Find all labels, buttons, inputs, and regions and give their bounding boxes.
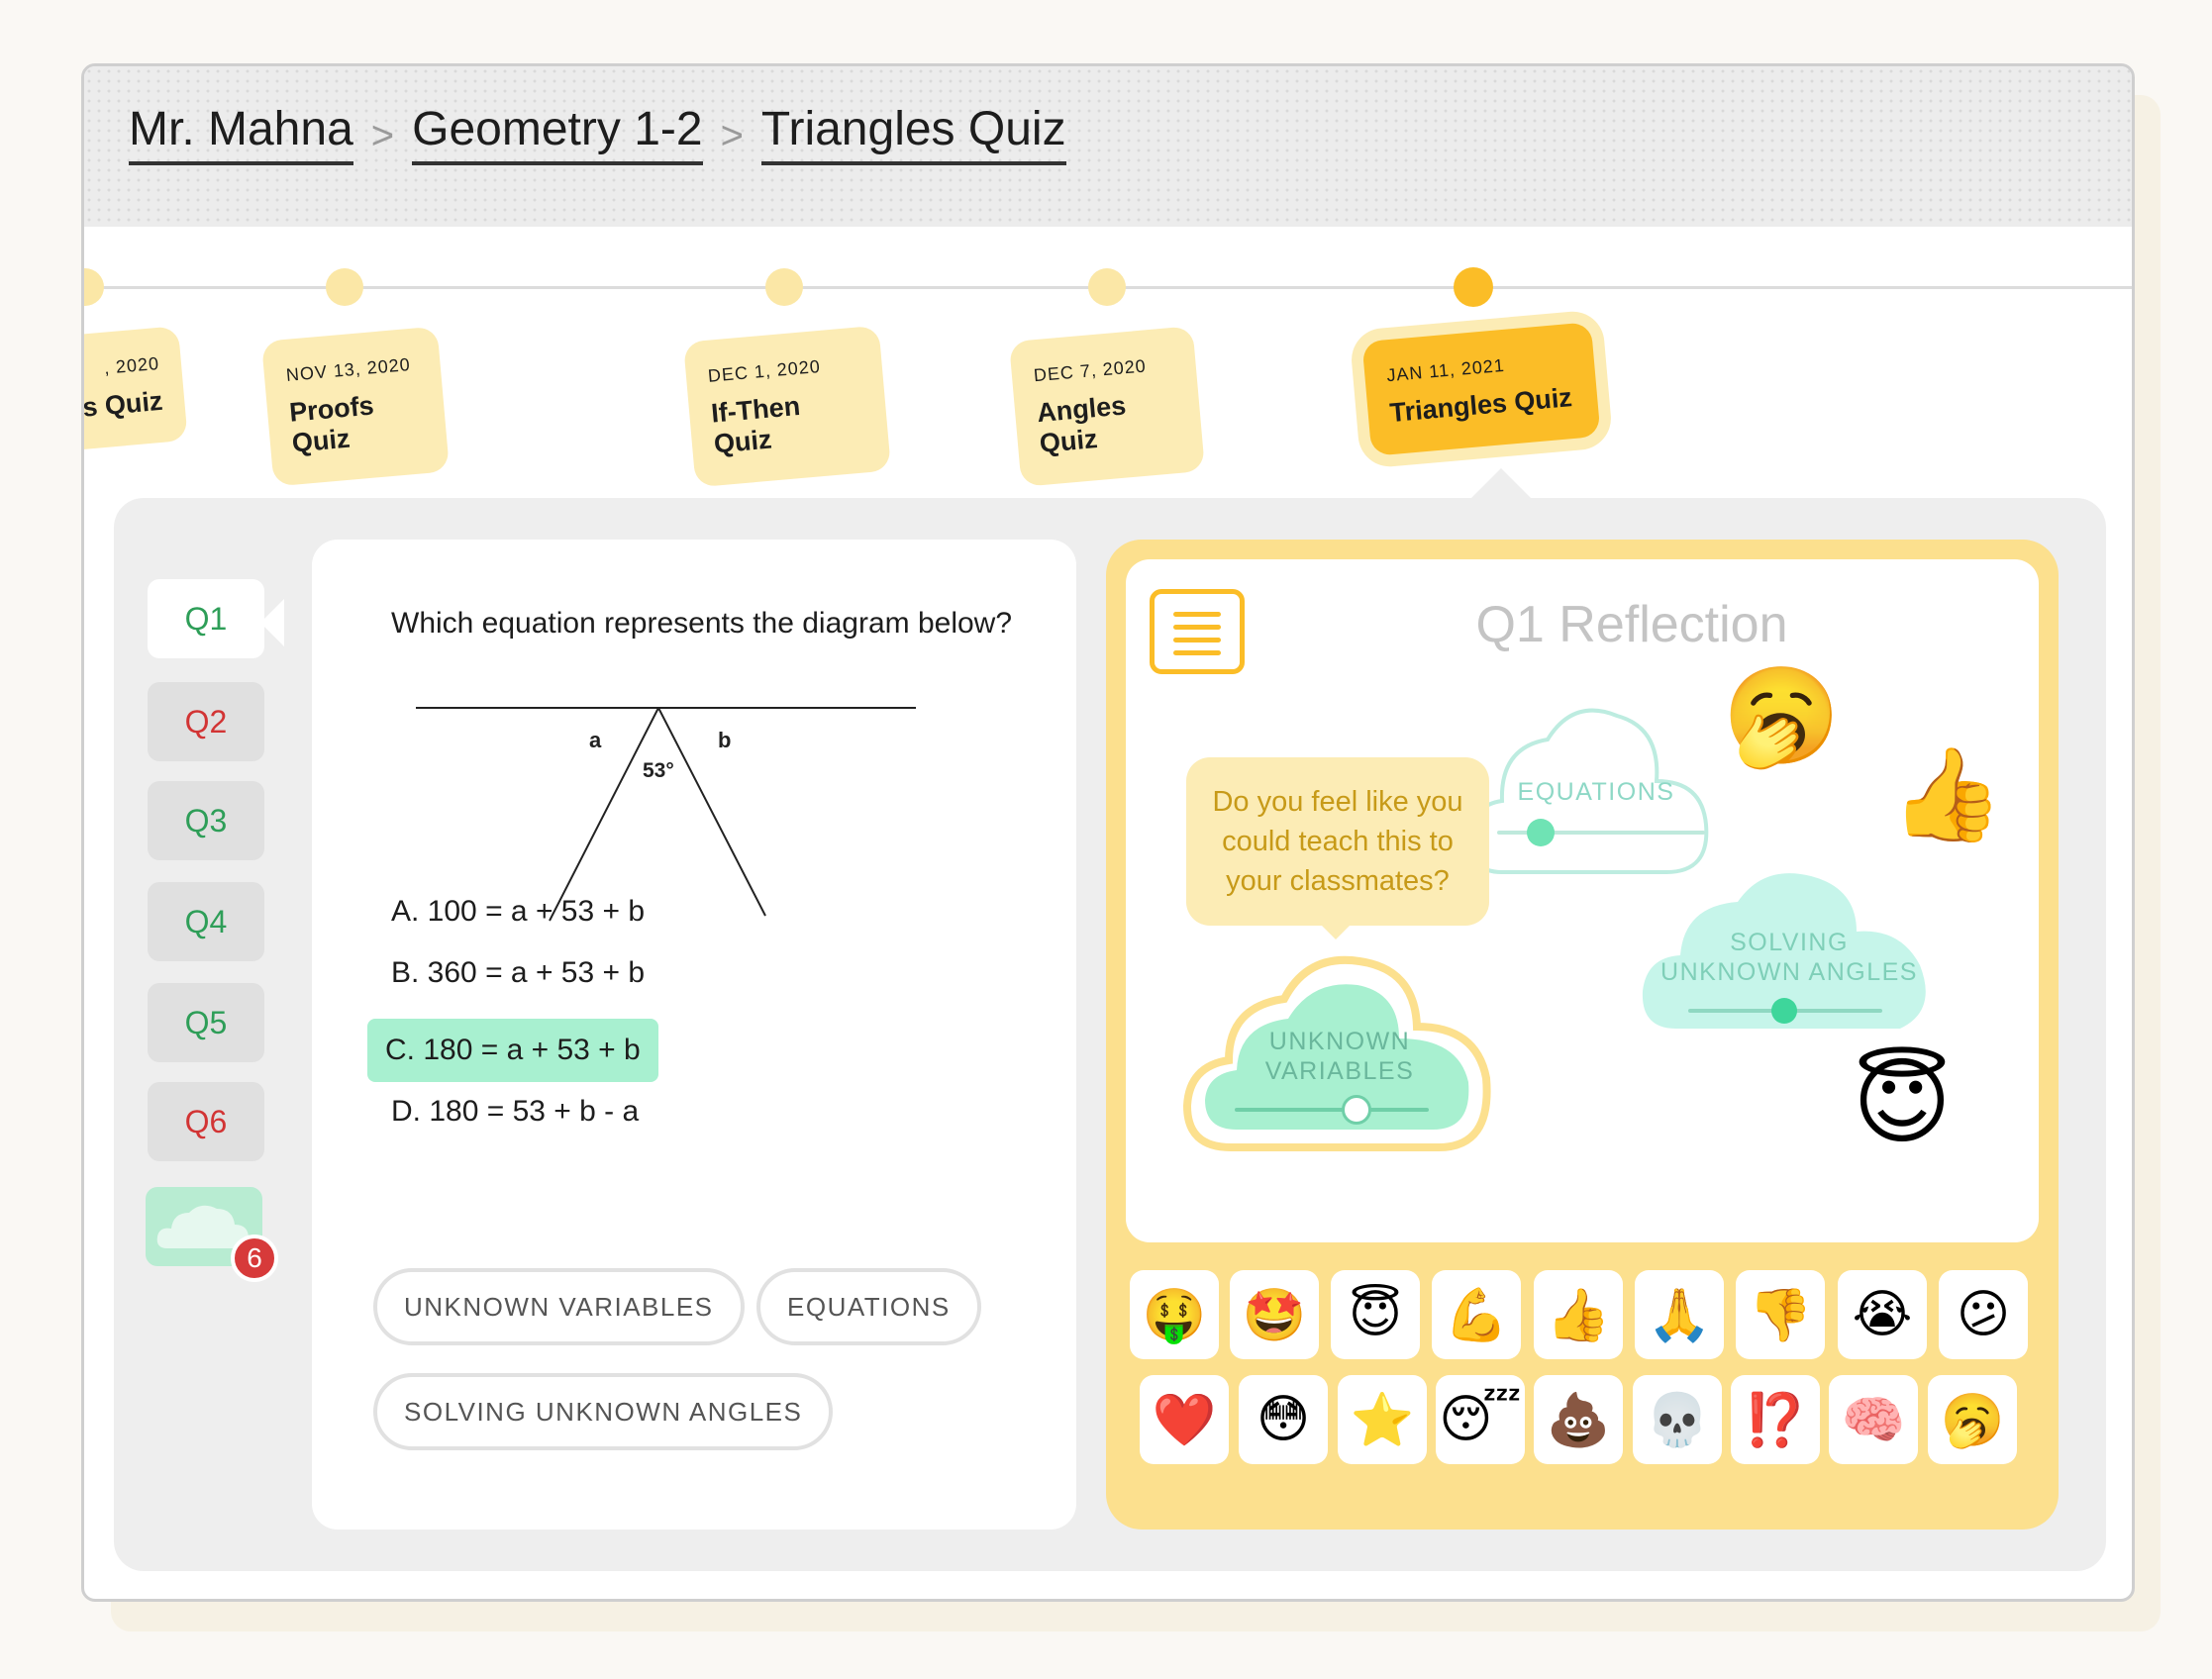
cloud-unknown-variables[interactable]: UNKNOWN VARIABLES <box>1179 939 1500 1167</box>
answer-option-selected[interactable]: C. 180 = a + 53 + b <box>367 1019 658 1082</box>
money-mouth-face-icon[interactable]: 🤑 <box>1130 1270 1219 1359</box>
cloud-label: VARIABLES <box>1264 1057 1415 1085</box>
question-card: Which equation represents the diagram be… <box>312 540 1076 1530</box>
answer-option[interactable]: D. 180 = 53 + b - a <box>373 1080 656 1143</box>
header: Mr. Mahna > Geometry 1-2 > Triangles Qui… <box>84 66 2132 227</box>
cloud-label: EQUATIONS <box>1517 778 1675 806</box>
tab-q6[interactable]: Q6 <box>148 1082 264 1161</box>
tag-solving-unknown-angles[interactable]: SOLVING UNKNOWN ANGLES <box>373 1373 834 1450</box>
cloud-solving-unknown-angles[interactable]: SOLVING UNKNOWN ANGLES <box>1641 862 1938 1050</box>
tab-q3[interactable]: Q3 <box>148 781 264 860</box>
thumbs-down-icon[interactable]: 👎 <box>1736 1270 1825 1359</box>
answer-option[interactable]: B. 360 = a + 53 + b <box>373 941 662 1005</box>
cloud-label: UNKNOWN ANGLES <box>1660 958 1918 986</box>
slider-knob[interactable] <box>1342 1095 1371 1125</box>
tab-q5[interactable]: Q5 <box>148 983 264 1062</box>
timeline-dot[interactable] <box>765 268 803 306</box>
confidence-slider[interactable] <box>1497 819 1705 846</box>
star-struck-icon[interactable]: 🤩 <box>1230 1270 1319 1359</box>
breadcrumb-quiz[interactable]: Triangles Quiz <box>760 106 1066 165</box>
diagram-label-a: a <box>589 728 602 752</box>
slider-knob[interactable] <box>1771 998 1797 1024</box>
smiling-face-with-halo-icon[interactable]: 😇 <box>1331 1270 1420 1359</box>
timeline-card[interactable]: , 2020 s Quiz <box>81 326 188 452</box>
breadcrumb: Mr. Mahna > Geometry 1-2 > Triangles Qui… <box>129 106 1066 165</box>
folded-hands-icon[interactable]: 🙏 <box>1635 1270 1724 1359</box>
timeline-dot-active[interactable] <box>1454 267 1493 307</box>
tab-q4[interactable]: Q4 <box>148 882 264 961</box>
reflection-count-badge: 6 <box>231 1235 278 1282</box>
app-window: Mr. Mahna > Geometry 1-2 > Triangles Qui… <box>81 63 2135 1602</box>
reflection-prompt: Do you feel like you could teach this to… <box>1186 757 1489 926</box>
yawning-face-icon[interactable]: 🥱 <box>1928 1375 2017 1464</box>
confused-face-icon[interactable]: 😕 <box>1939 1270 2028 1359</box>
thumbs-up-icon[interactable]: 👍 <box>1890 749 2004 840</box>
interrobang-icon[interactable]: ⁉️ <box>1731 1375 1820 1464</box>
reflection-title: Q1 Reflection <box>1475 596 1788 653</box>
timeline-dot[interactable] <box>1088 268 1126 306</box>
brain-icon[interactable]: 🧠 <box>1829 1375 1918 1464</box>
tab-q2[interactable]: Q2 <box>148 682 264 761</box>
timeline-card[interactable]: DEC 7, 2020 Angles Quiz <box>1008 326 1206 487</box>
timeline-card[interactable]: DEC 1, 2020 If-Then Quiz <box>682 325 892 488</box>
timeline-dot[interactable] <box>84 268 104 306</box>
pile-of-poo-icon[interactable]: 💩 <box>1534 1375 1623 1464</box>
reflection-panel: Q1 Reflection EQUATIONS Do you feel like… <box>1106 540 2059 1530</box>
cloud-label: SOLVING <box>1730 929 1849 956</box>
timeline-card-date: JAN 11, 2021 <box>1385 354 1506 386</box>
panel-pointer <box>1467 468 1535 502</box>
timeline-card[interactable]: NOV 13, 2020 Proofs Quiz <box>260 326 451 487</box>
loudly-crying-face-icon[interactable]: 😭 <box>1838 1270 1927 1359</box>
tag-unknown-variables[interactable]: UNKNOWN VARIABLES <box>373 1268 745 1345</box>
breadcrumb-teacher[interactable]: Mr. Mahna <box>129 106 353 165</box>
sleeping-face-icon[interactable]: 😴 <box>1436 1375 1525 1464</box>
cloud-label: UNKNOWN <box>1268 1028 1411 1055</box>
breadcrumb-class[interactable]: Geometry 1-2 <box>412 106 703 165</box>
yawning-face-icon[interactable]: 🥱 <box>1722 668 1841 763</box>
prompt-tail <box>1320 924 1352 939</box>
diagram-angle-label: 53° <box>643 759 674 782</box>
breadcrumb-separator: > <box>720 113 744 157</box>
timeline-card-date: NOV 13, 2020 <box>285 354 412 385</box>
quiz-panel: Q1 Q2 Q3 Q4 Q5 Q6 6 Which equation repre… <box>114 498 2106 1571</box>
timeline-card-active[interactable]: JAN 11, 2021 Triangles Quiz <box>1361 322 1601 456</box>
timeline-card-name: Proofs Quiz <box>287 390 375 458</box>
timeline-card-name: Triangles Quiz <box>1388 382 1573 429</box>
reflection-canvas: Q1 Reflection EQUATIONS Do you feel like… <box>1126 559 2039 1242</box>
smiling-face-with-halo-icon[interactable]: 😇 <box>1853 1054 1952 1149</box>
answer-option[interactable]: A. 100 = a + 53 + b <box>373 880 662 943</box>
flushed-face-icon[interactable]: 😳 <box>1239 1375 1328 1464</box>
timeline-card-name: Angles Quiz <box>1036 390 1128 459</box>
diagram-label-b: b <box>718 728 731 752</box>
skull-icon[interactable]: 💀 <box>1633 1375 1722 1464</box>
timeline-card-date: DEC 7, 2020 <box>1033 355 1148 386</box>
star-icon[interactable]: ⭐ <box>1338 1375 1427 1464</box>
flexed-biceps-icon[interactable]: 💪 <box>1432 1270 1521 1359</box>
timeline-card-name: If-Then Quiz <box>710 390 802 459</box>
red-heart-icon[interactable]: ❤️ <box>1140 1375 1229 1464</box>
timeline-card-date: DEC 1, 2020 <box>707 355 822 386</box>
timeline-card-date: , 2020 <box>103 352 160 378</box>
confidence-slider[interactable] <box>1688 998 1882 1024</box>
breadcrumb-separator: > <box>370 113 395 157</box>
slider-knob[interactable] <box>1527 819 1555 846</box>
tab-q1[interactable]: Q1 <box>148 579 264 658</box>
tag-equations[interactable]: EQUATIONS <box>756 1268 981 1345</box>
question-text: Which equation represents the diagram be… <box>391 607 1013 640</box>
confidence-slider[interactable] <box>1235 1095 1429 1125</box>
timeline-card-name: s Quiz <box>81 385 164 423</box>
timeline-dot[interactable] <box>326 268 363 306</box>
thumbs-up-icon[interactable]: 👍 <box>1534 1270 1623 1359</box>
